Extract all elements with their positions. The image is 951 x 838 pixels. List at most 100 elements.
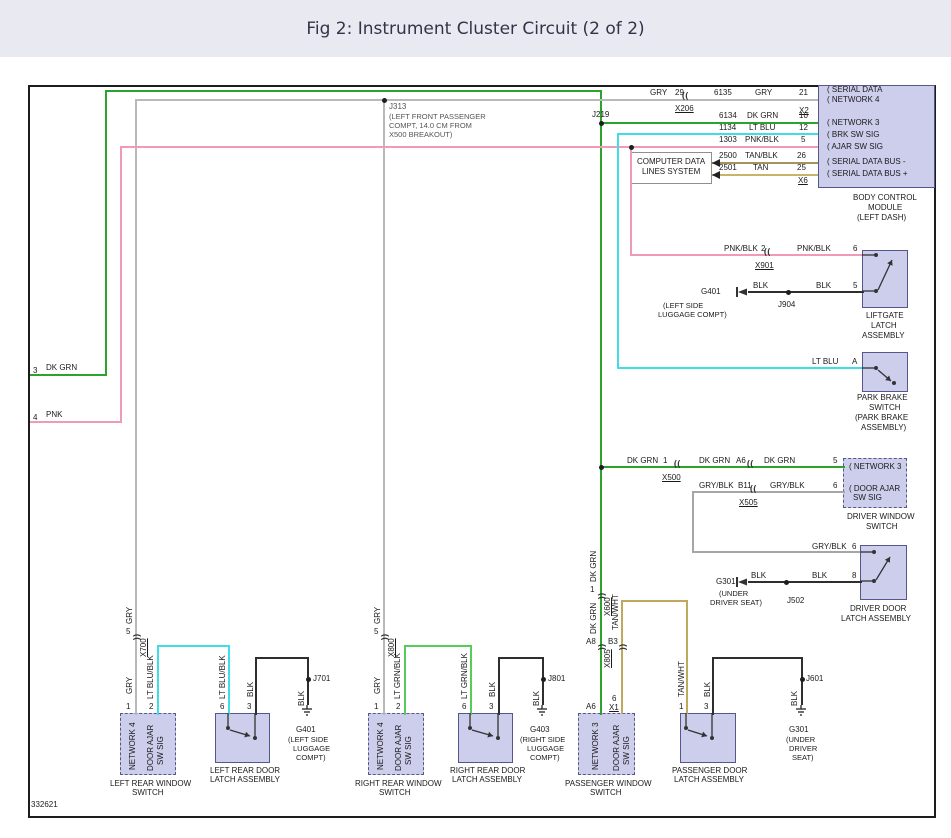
diagram-label: 5 xyxy=(833,456,837,465)
diagram-label: DK GRN xyxy=(589,603,598,634)
wire-pnk xyxy=(630,254,862,256)
switch-icon xyxy=(458,713,513,763)
ground-icon xyxy=(795,705,807,716)
diagram-label: PASSENGER WINDOW xyxy=(565,779,652,788)
diagram-label: BLK xyxy=(532,691,541,706)
diagram-label: SW SIG xyxy=(404,736,413,765)
diagram-label: LINES SYSTEM xyxy=(642,167,700,176)
diagram-label: X505 xyxy=(739,498,758,507)
diagram-label: LT BLU/BLK xyxy=(146,655,155,699)
diagram-label: 21 xyxy=(799,88,808,97)
diagram-label: SWITCH xyxy=(379,788,411,797)
diagram-label: DK GRN xyxy=(46,363,77,372)
diagram-label: (LEFT SIDE xyxy=(663,301,703,310)
diagram-label: ASSEMBLY) xyxy=(861,423,906,432)
diagram-label: COMPT) xyxy=(296,753,326,762)
diagram-label: 3 xyxy=(704,702,708,711)
diagram-label: (LEFT DASH) xyxy=(857,213,906,222)
diagram-label: LATCH ASSEMBLY xyxy=(452,775,522,784)
diagram-label: LT BLU xyxy=(749,123,775,132)
diagram-label: DK GRN xyxy=(764,456,795,465)
diagram-label: NETWORK 3 xyxy=(591,722,600,770)
diagram-label: PARK BRAKE xyxy=(857,393,908,402)
ground-icon xyxy=(301,705,313,716)
diagram-label: LT GRN/BLK xyxy=(460,653,469,699)
diagram-label: DOOR AJAR xyxy=(394,725,403,771)
diagram-label: 1 xyxy=(590,585,594,594)
diagram-label: 6134 xyxy=(719,111,737,120)
diagram-label: 1 xyxy=(679,702,683,711)
wire-lt-grn xyxy=(470,645,472,715)
diagram-label: LUGGAGE xyxy=(527,744,564,753)
diagram-label: NETWORK 4 xyxy=(128,722,137,770)
diagram-label: J502 xyxy=(787,596,804,605)
diagram-label: BLK xyxy=(816,281,831,290)
diagram-label: BLK xyxy=(297,691,306,706)
junction-dot xyxy=(382,98,387,103)
diagram-label: 6 xyxy=(220,702,224,711)
diagram-label: X6 xyxy=(798,176,808,185)
inline-connector-icon: (( xyxy=(746,485,758,495)
inline-connector-icon: (( xyxy=(678,92,690,102)
diagram-label: PASSENGER DOOR xyxy=(672,766,747,775)
diagram-label: J701 xyxy=(313,674,330,683)
diagram-label: BLK xyxy=(812,571,827,580)
diagram-label: 6 xyxy=(853,244,857,253)
switch-icon xyxy=(215,713,270,763)
diagram-label: BLK xyxy=(703,682,712,697)
diagram-label: SEAT) xyxy=(792,753,814,762)
wire-pnk xyxy=(120,146,122,423)
wire-lt-blu xyxy=(617,133,619,369)
inline-connector-icon: (( xyxy=(760,248,772,258)
diagram-label: X500 BREAKOUT) xyxy=(389,130,452,139)
diagram-label: DOOR AJAR xyxy=(612,725,621,771)
junction-dot xyxy=(784,580,789,585)
junction-dot xyxy=(599,121,604,126)
diagram-label: 25 xyxy=(797,163,806,172)
diagram-label: LT BLU xyxy=(812,357,838,366)
diagram-label: 6 xyxy=(462,702,466,711)
diagram-label: J601 xyxy=(806,674,823,683)
wire-lt-grn xyxy=(404,645,406,715)
wire-tan-wht xyxy=(621,600,688,602)
wiring-diagram: 332621 3DK GRN4PNKGRY296135GRY21X206X2SE… xyxy=(0,0,951,838)
diagram-label: DRIVER DOOR xyxy=(850,604,906,613)
junction-dot xyxy=(786,290,791,295)
diagram-label: COMPT) xyxy=(530,753,560,762)
diagram-label: DK GRN xyxy=(589,551,598,582)
diagram-label: X1 xyxy=(609,703,619,712)
diagram-label: PNK/BLK xyxy=(745,135,779,144)
diagram-label: 5 xyxy=(853,281,857,290)
diagram-label: X500 xyxy=(662,473,681,482)
diagram-label: LUGGAGE xyxy=(293,744,330,753)
diagram-label: (RIGHT SIDE xyxy=(520,735,565,744)
switch-icon xyxy=(862,250,908,308)
wire-dk-grn xyxy=(600,466,845,468)
diagram-label: G401 xyxy=(296,725,316,734)
diagram-label: PNK/BLK xyxy=(797,244,831,253)
diagram-label: ASSEMBLY xyxy=(862,331,905,340)
diagram-label: 1134 xyxy=(719,123,736,132)
diagram-label: 1303 xyxy=(719,135,737,144)
wire-blk xyxy=(748,581,862,583)
diagram-label: GRY xyxy=(373,677,382,694)
diagram-label: 5 xyxy=(801,135,805,144)
diagram-label: DOOR AJAR xyxy=(146,725,155,771)
ground-tap-icon xyxy=(736,287,749,297)
diagram-label: J801 xyxy=(548,674,565,683)
diagram-label: BLK xyxy=(246,682,255,697)
diagram-label: TAN/BLK xyxy=(745,151,778,160)
wire-blk xyxy=(748,291,864,293)
wire-pnk xyxy=(120,146,818,148)
diagram-label: TAN/WHT xyxy=(677,661,686,697)
diagram-label: G403 xyxy=(530,725,550,734)
wire-lt-blu xyxy=(157,645,159,715)
diagram-label: G301 xyxy=(789,725,809,734)
diagram-label: G401 xyxy=(701,287,721,296)
diagram-label: BLK xyxy=(753,281,768,290)
page: Fig 2: Instrument Cluster Circuit (2 of … xyxy=(0,0,951,838)
ground-tap-icon xyxy=(736,577,749,587)
diagram-label: 6 xyxy=(833,481,837,490)
diagram-label: PNK/BLK xyxy=(724,244,758,253)
junction-dot xyxy=(800,677,805,682)
